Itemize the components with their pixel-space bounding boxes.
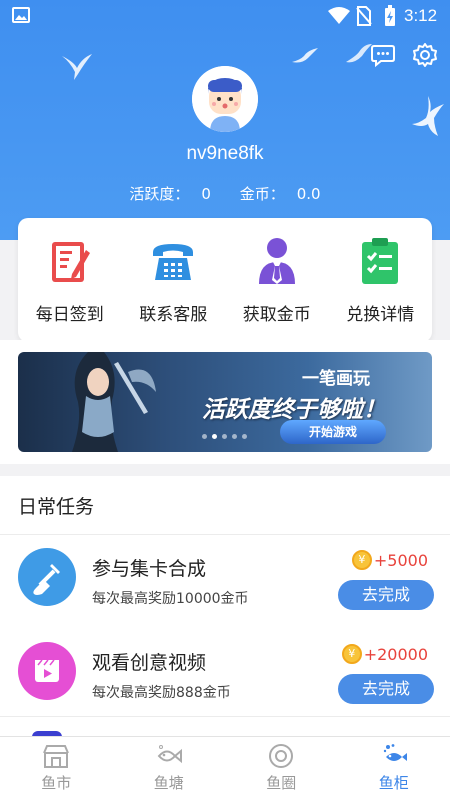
quick-action-exchange-details[interactable]: 兑换详情 [329, 218, 433, 342]
bird-icon [290, 46, 320, 70]
profile-stats: 活跃度： 0 金币： 0.0 [0, 183, 450, 204]
bottom-tab-bar: 鱼市 鱼塘 鱼圈 鱼柜 [0, 736, 450, 800]
quick-action-label: 获取金币 [242, 305, 311, 325]
wifi-icon [328, 7, 350, 29]
quick-action-checkin[interactable]: 每日签到 [18, 218, 122, 342]
promo-banner[interactable]: 一笔画玩 活跃度终于够啦！ 开始游戏 [18, 352, 432, 452]
daily-tasks-section: 日常任务 参与集卡合成 每次最高奖励10000金币 ¥ +5000 去完成 观看… [0, 476, 450, 736]
checklist-icon [358, 236, 402, 286]
store-icon [42, 743, 70, 769]
task-reward: ¥ +20000 [341, 644, 428, 664]
no-sim-icon [356, 6, 372, 30]
profile-header: 3:12 nv9ne8fk 活跃度： 0 金币： 0.0 [0, 0, 450, 240]
coin-icon: ¥ [341, 644, 362, 664]
fish-icon [155, 743, 183, 769]
avatar[interactable] [192, 66, 258, 132]
banner-headline: 活跃度终于够啦！ [202, 397, 386, 423]
quick-actions-card: 每日签到 联系客服 获取金币 兑换详情 [18, 218, 432, 342]
tab-fish-circle[interactable]: 鱼圈 [225, 737, 338, 800]
quick-action-label: 兑换详情 [346, 305, 415, 325]
battery-charging-icon [384, 5, 396, 31]
game-character-illustration [48, 352, 158, 452]
username: nv9ne8fk [186, 143, 264, 164]
gallery-icon [12, 7, 30, 27]
checkin-clipboard-icon [48, 236, 92, 286]
reward-amount: +5000 [373, 550, 428, 570]
tab-fish-cabinet[interactable]: 鱼柜 [338, 737, 450, 800]
quick-action-label: 联系客服 [139, 305, 208, 325]
tab-label: 鱼塘 [153, 774, 184, 792]
quick-action-contact-service[interactable]: 联系客服 [122, 218, 226, 342]
task-complete-button[interactable]: 去完成 [338, 580, 434, 610]
bird-icon [60, 52, 94, 86]
banner-dot [232, 434, 237, 439]
message-icon[interactable] [370, 42, 396, 68]
task-item: 观看创意视频 每次最高奖励888金币 ¥ +20000 去完成 [0, 632, 450, 724]
task-title: 参与集卡合成 [92, 558, 207, 580]
task-reward: ¥ +5000 [351, 550, 428, 570]
banner-section: 一笔画玩 活跃度终于够啦！ 开始游戏 [0, 340, 450, 464]
settings-gear-icon[interactable] [412, 42, 438, 68]
circle-target-icon [267, 743, 295, 769]
reward-amount: +20000 [363, 644, 428, 664]
task-description: 每次最高奖励10000金币 [92, 591, 249, 607]
task-complete-button[interactable]: 去完成 [338, 674, 434, 704]
banner-dot-active [212, 434, 217, 439]
start-game-button[interactable]: 开始游戏 [280, 420, 386, 444]
person-tie-icon [255, 236, 299, 286]
section-heading: 日常任务 [18, 496, 95, 518]
quick-action-label: 每日签到 [35, 305, 104, 325]
activity-label: 活跃度： [129, 185, 190, 203]
coins-value: 0.0 [296, 185, 321, 203]
quick-action-get-coins[interactable]: 获取金币 [225, 218, 329, 342]
tab-label: 鱼圈 [266, 774, 297, 792]
coins-stat: 金币： 0.0 [234, 185, 327, 203]
banner-pagination [202, 434, 247, 439]
task-title: 观看创意视频 [92, 652, 207, 674]
divider [0, 534, 450, 535]
banner-dot [222, 434, 227, 439]
tab-fish-market[interactable]: 鱼市 [0, 737, 113, 800]
task-description: 每次最高奖励888金币 [92, 685, 231, 701]
banner-dot [242, 434, 247, 439]
coin-icon: ¥ [351, 550, 372, 570]
shovel-icon [18, 548, 76, 606]
coins-label: 金币： [239, 185, 285, 203]
telephone-icon [151, 236, 195, 286]
bird-icon [410, 94, 446, 142]
tab-label: 鱼柜 [378, 774, 409, 792]
divider [0, 716, 450, 717]
tab-label: 鱼市 [41, 774, 72, 792]
activity-stat: 活跃度： 0 [123, 185, 217, 203]
task-item: 参与集卡合成 每次最高奖励10000金币 ¥ +5000 去完成 [0, 538, 450, 630]
tab-fish-pond[interactable]: 鱼塘 [113, 737, 226, 800]
activity-value: 0 [201, 185, 211, 203]
banner-dot [202, 434, 207, 439]
banner-subtitle: 一笔画玩 [302, 369, 370, 389]
video-play-icon [18, 642, 76, 700]
status-time: 3:12 [404, 6, 438, 25]
status-bar: 3:12 [0, 0, 450, 32]
fish-cabinet-icon [380, 743, 408, 769]
